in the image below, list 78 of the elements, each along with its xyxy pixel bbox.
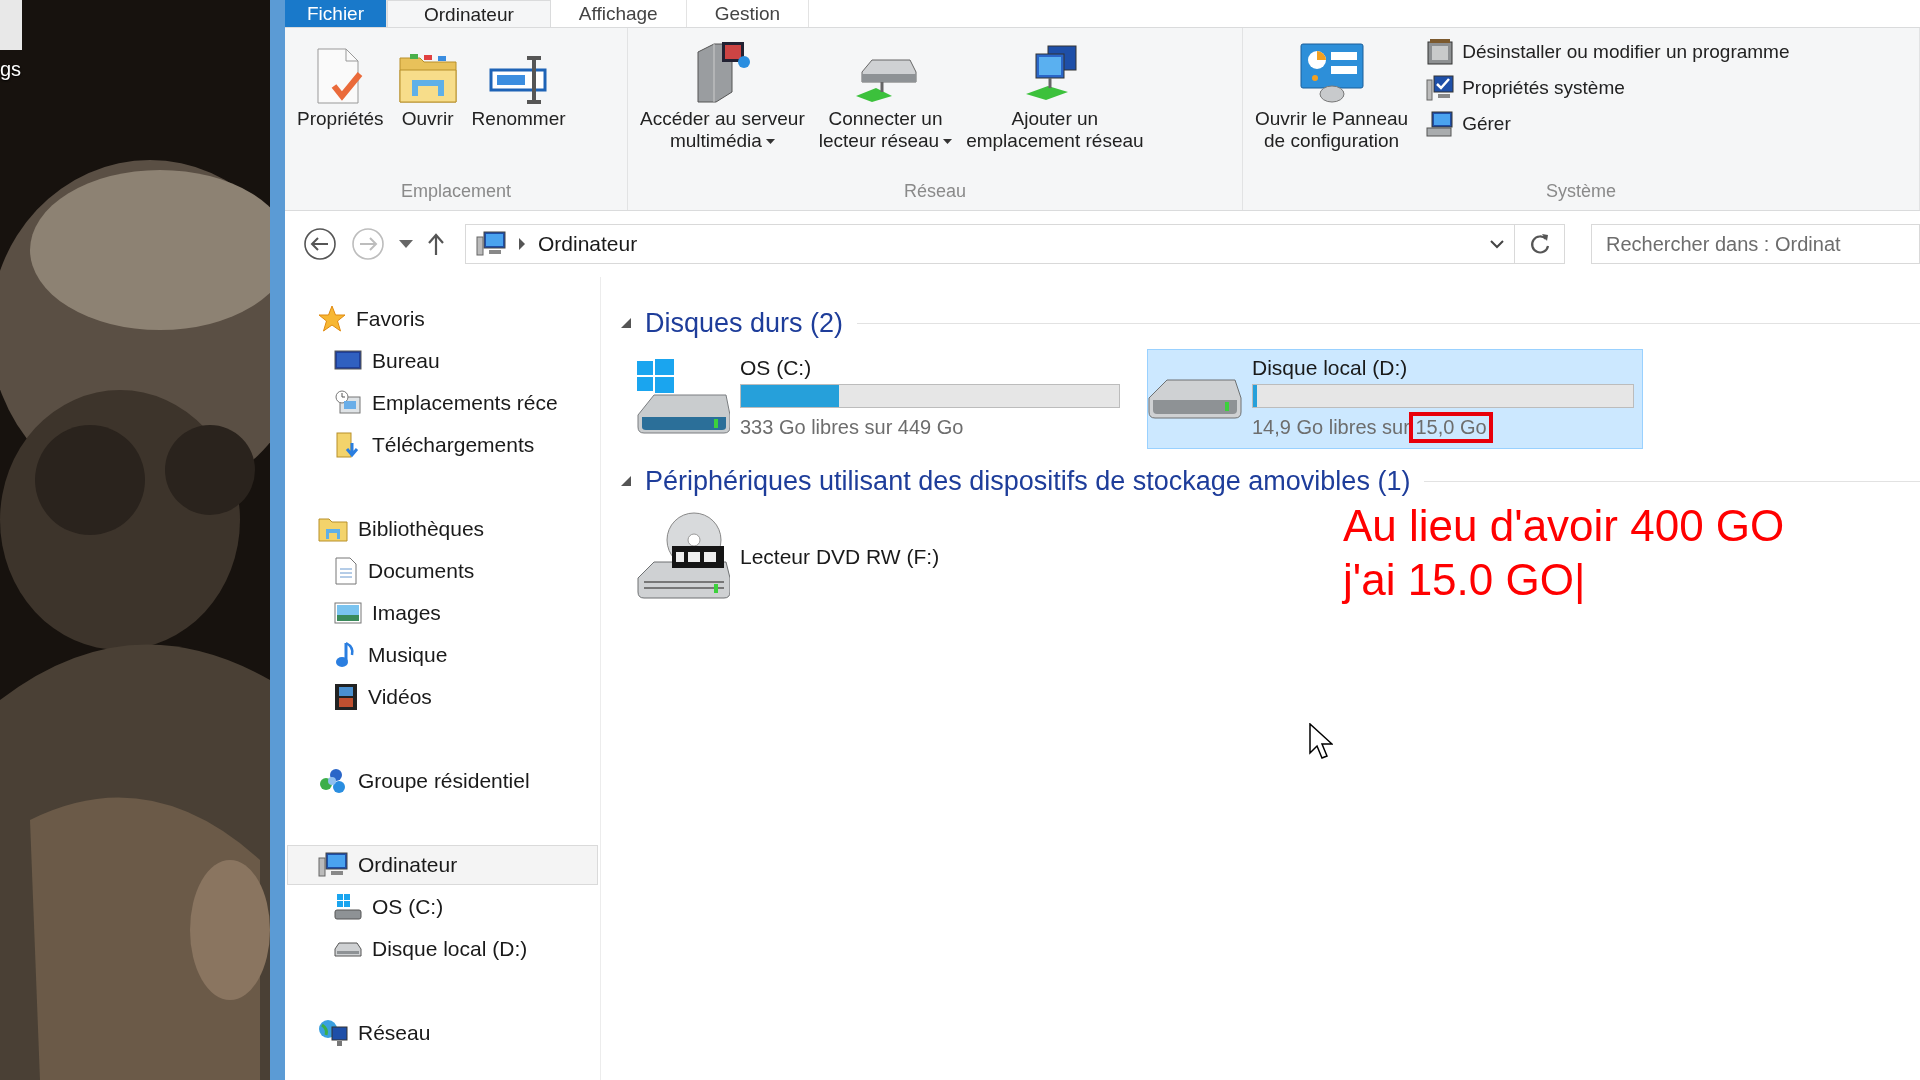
search-field[interactable]: Rechercher dans : Ordinat: [1591, 224, 1920, 264]
annotation-text: j'ai 15.0 GO|: [1343, 554, 1587, 606]
drive-name: Lecteur DVD RW (F:): [740, 545, 940, 569]
ribbon-button[interactable]: Propriétés: [291, 36, 390, 156]
refresh-icon: [1528, 233, 1551, 255]
collapse-icon[interactable]: [621, 318, 631, 328]
computer-icon: [476, 231, 506, 257]
ribbon-button[interactable]: Renommer: [465, 36, 572, 156]
control-panel-icon: [1298, 42, 1365, 104]
nav-item[interactable]: Bureau: [287, 341, 598, 381]
nav-item[interactable]: Ordinateur: [287, 845, 598, 885]
ribbon-tab[interactable]: Ordinateur: [387, 0, 551, 27]
film-strip-icon: [334, 683, 358, 711]
ribbon-link[interactable]: Gérer: [1422, 108, 1794, 140]
ribbon-button[interactable]: Ouvrir le Panneau de configuration: [1249, 36, 1415, 156]
folder-icon: [397, 52, 458, 104]
section-title: Disques durs (2): [645, 307, 844, 339]
nav-item[interactable]: Images: [287, 593, 598, 633]
section-title: Périphériques utilisant des dispositifs de stockage amovibles (1): [645, 465, 1411, 497]
address-path[interactable]: Ordinateur: [538, 232, 638, 256]
drive-name: Disque local (D:): [1252, 355, 1409, 380]
star-icon: [318, 305, 346, 333]
ribbon-link[interactable]: Propriétés système: [1422, 72, 1794, 104]
address-bar[interactable]: Ordinateur: [465, 224, 1515, 264]
chevron-icon: [518, 238, 526, 250]
image-icon: [334, 601, 362, 625]
computer-manage-icon: [1426, 110, 1455, 138]
ribbon-button[interactable]: Connecter un lecteur réseau: [812, 36, 959, 156]
program-box-icon: [1426, 38, 1455, 66]
nav-item[interactable]: Réseau: [287, 1013, 598, 1053]
hard-drive-icon: [1148, 379, 1242, 419]
mouse-pointer-icon: [1309, 723, 1333, 759]
ribbon-link[interactable]: Désinstaller ou modifier un programme: [1422, 36, 1794, 68]
group-label: Système: [1545, 181, 1617, 203]
drive-name: OS (C:): [740, 355, 813, 380]
chevron-down-icon[interactable]: [1490, 239, 1504, 249]
nav-item[interactable]: OS (C:): [287, 887, 598, 927]
free-space-text: 333 Go libres sur 449 Go: [740, 414, 965, 440]
nav-item[interactable]: Favoris: [287, 299, 598, 339]
document-icon: [334, 557, 358, 585]
annotation-text: Au lieu d'avoir 400 GO: [1343, 500, 1785, 552]
dropdown-icon[interactable]: [399, 240, 413, 248]
dvd-drive-icon: [634, 512, 730, 602]
nav-item[interactable]: Documents: [287, 551, 598, 591]
ribbon-button[interactable]: Ouvrir: [391, 36, 464, 156]
refresh-button[interactable]: [1515, 224, 1565, 264]
up-arrow-icon[interactable]: [427, 233, 445, 255]
computer-icon: [318, 852, 348, 878]
drive-tile[interactable]: Lecteur DVD RW (F:): [633, 507, 1129, 607]
drive-tile[interactable]: Disque local (D:) 14,9 Go libres sur 15,0 Go: [1147, 349, 1643, 449]
file-tab[interactable]: Fichier: [285, 0, 387, 27]
back-button[interactable]: [303, 227, 337, 261]
nav-item[interactable]: Bibliothèques: [287, 509, 598, 549]
nav-item[interactable]: Groupe résidentiel: [287, 761, 598, 801]
nav-item[interactable]: Musique: [287, 635, 598, 675]
nav-item[interactable]: Vidéos: [287, 677, 598, 717]
group-label: Emplacement: [399, 181, 513, 203]
rename-field-icon: [488, 56, 549, 104]
collapse-icon[interactable]: [621, 476, 631, 486]
free-space-text: 14,9 Go libres sur 15,0 Go: [1252, 411, 1634, 443]
nav-item[interactable]: Disque local (D:): [287, 929, 598, 969]
homegroup-icon: [318, 767, 348, 795]
caret-icon: [943, 139, 953, 145]
group-label: Réseau: [902, 181, 967, 203]
windows-drive-icon: [334, 893, 362, 921]
library-folder-icon: [318, 516, 348, 542]
nav-item[interactable]: Emplacements réce: [287, 383, 598, 423]
caret-icon: [765, 139, 775, 145]
drive-tile[interactable]: OS (C:) 333 Go libres sur 449 Go: [633, 349, 1129, 449]
monitor-check-icon: [1426, 74, 1455, 102]
nav-item[interactable]: Téléchargements: [287, 425, 598, 465]
desktop-monitor-icon: [334, 349, 362, 373]
network-globe-icon: [318, 1019, 348, 1047]
desktop-icon-label[interactable]: gs: [0, 58, 22, 81]
ribbon-button[interactable]: Ajouter un emplacement réseau: [960, 36, 1150, 156]
hard-drive-icon: [334, 939, 362, 959]
ribbon-button[interactable]: Accéder au serveur multimédia: [634, 36, 811, 156]
recent-places-icon: [334, 389, 362, 417]
